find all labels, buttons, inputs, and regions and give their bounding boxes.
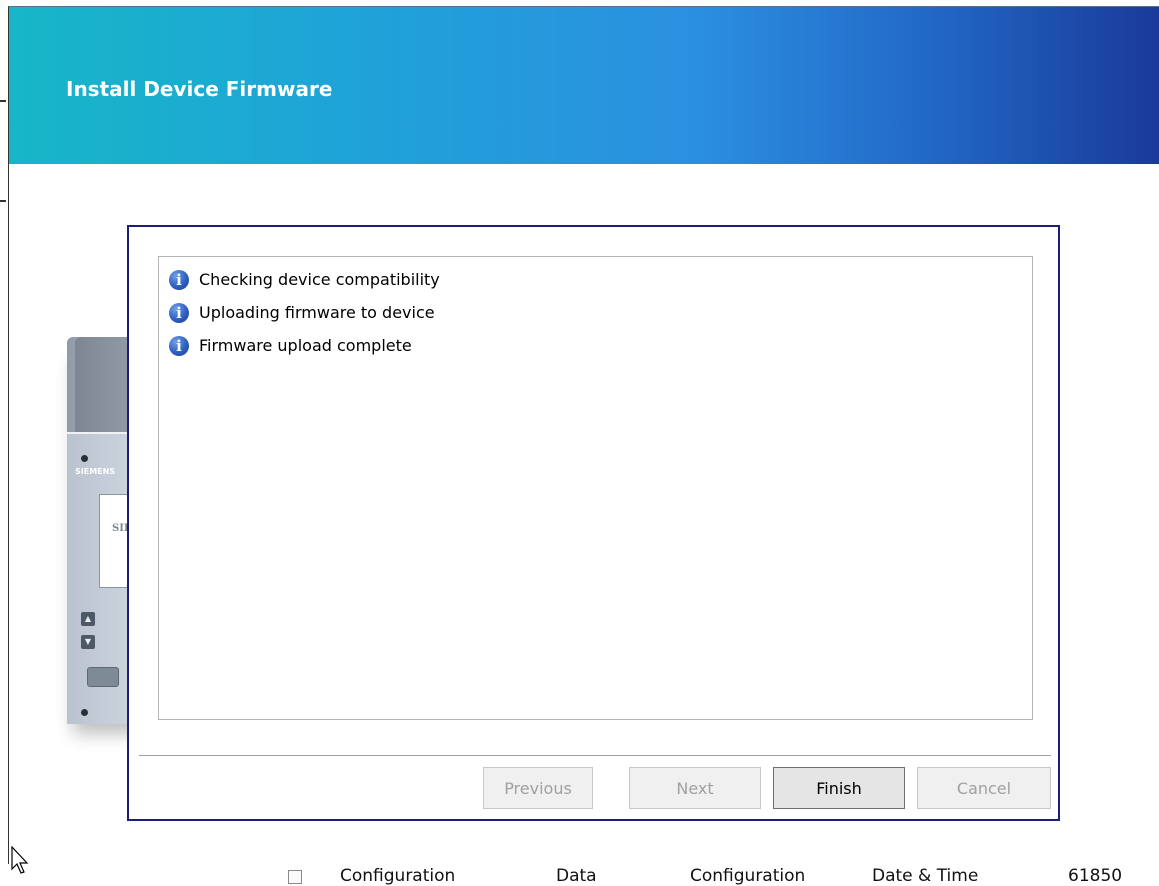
page-title: Install Device Firmware xyxy=(66,77,333,101)
device-brand-label: SIEMENS xyxy=(75,467,116,476)
previous-button[interactable]: Previous xyxy=(483,767,593,809)
table-cell: Date & Time xyxy=(872,866,979,886)
firmware-dialog: i Checking device compatibility i Upload… xyxy=(127,225,1060,821)
table-cell: 61850 xyxy=(1068,866,1123,886)
background-table-row: Configuration Data Configuration Date & … xyxy=(0,864,1159,886)
background-window-edge xyxy=(0,100,6,102)
installer-window: Install Device Firmware SIEMENS SIEM ▲ ▼… xyxy=(8,6,1159,865)
info-icon: i xyxy=(169,269,189,290)
info-icon: i xyxy=(169,335,189,356)
progress-log-list[interactable]: i Checking device compatibility i Upload… xyxy=(158,256,1033,720)
device-led xyxy=(81,455,88,462)
log-message: Firmware upload complete xyxy=(199,336,412,355)
list-item: i Firmware upload complete xyxy=(159,327,1032,364)
device-down-arrow-icon: ▼ xyxy=(81,635,95,649)
log-message: Uploading firmware to device xyxy=(199,303,435,322)
table-cell: Configuration xyxy=(340,866,456,886)
log-message: Checking device compatibility xyxy=(199,270,440,289)
button-divider xyxy=(139,755,1051,756)
list-item: i Checking device compatibility xyxy=(159,261,1032,298)
table-cell: Configuration xyxy=(690,866,806,886)
device-up-arrow-icon: ▲ xyxy=(81,612,95,626)
info-icon: i xyxy=(169,302,189,323)
row-checkbox[interactable] xyxy=(288,870,302,884)
finish-button[interactable]: Finish xyxy=(773,767,905,809)
table-cell: Data xyxy=(556,866,597,886)
cancel-button[interactable]: Cancel xyxy=(917,767,1051,809)
device-usb-port xyxy=(87,667,119,687)
background-window-edge xyxy=(0,200,6,202)
device-led xyxy=(81,709,88,716)
mouse-cursor-icon xyxy=(11,846,29,874)
list-item: i Uploading firmware to device xyxy=(159,294,1032,331)
header-banner: Install Device Firmware xyxy=(9,7,1159,164)
next-button[interactable]: Next xyxy=(629,767,761,809)
